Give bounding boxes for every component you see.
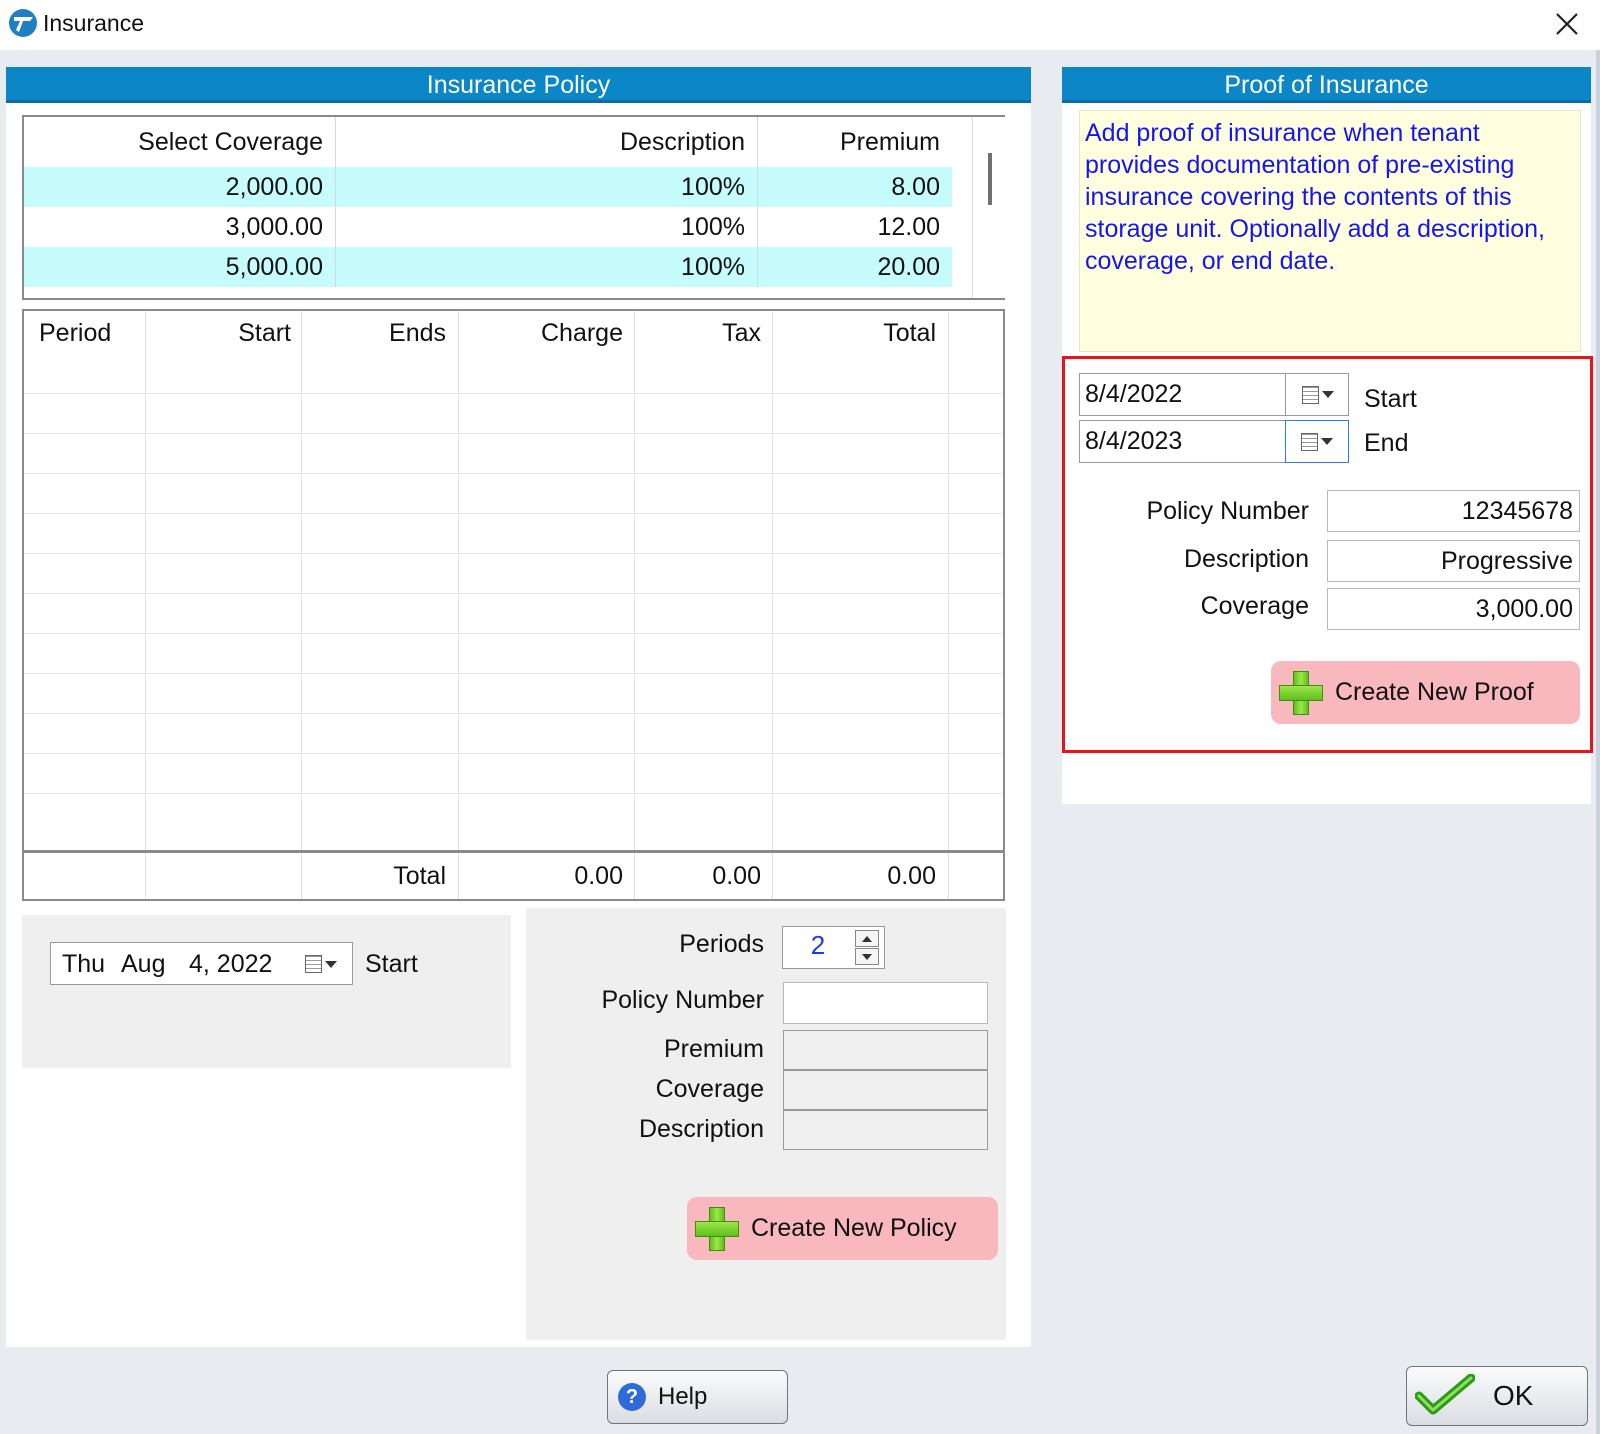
spin-down-button[interactable] (855, 948, 879, 965)
periods-stepper[interactable]: 2 (782, 926, 885, 969)
close-button[interactable] (1545, 4, 1589, 44)
help-button[interactable]: ? Help (607, 1370, 788, 1424)
coverage-row[interactable]: 3,000.00 100% 12.00 (24, 207, 952, 247)
help-label: Help (658, 1383, 708, 1410)
total-tax: 0.00 (712, 862, 761, 890)
total-label: Total (393, 862, 446, 890)
column-header-select-coverage[interactable]: Select Coverage (24, 117, 336, 167)
description-label: Description (638, 1115, 764, 1143)
description-field (783, 1110, 988, 1150)
proof-of-insurance-header: Proof of Insurance (1062, 67, 1591, 103)
column-header-tax[interactable]: Tax (634, 319, 761, 348)
row-divider (24, 753, 1003, 754)
column-divider (634, 311, 635, 899)
row-divider (24, 553, 1003, 554)
date-day-year[interactable]: 4, 2022 (189, 950, 272, 979)
description-cell: 100% (336, 247, 758, 287)
column-header-ends[interactable]: Ends (301, 319, 446, 348)
coverage-row[interactable]: 2,000.00 100% 8.00 (24, 167, 952, 207)
column-divider (301, 311, 302, 899)
spin-up-button[interactable] (855, 930, 879, 947)
column-header-period[interactable]: Period (39, 319, 111, 348)
row-divider (24, 673, 1003, 674)
periods-label: Periods (679, 930, 764, 958)
premium-cell: 12.00 (877, 213, 940, 241)
periods-value[interactable]: 2 (783, 930, 853, 961)
description-cell: 100% (336, 207, 758, 247)
premium-field (783, 1030, 988, 1070)
coverage-cell: 2,000.00 (24, 167, 336, 207)
row-divider (24, 433, 1003, 434)
row-divider (24, 793, 1003, 794)
checkmark-icon (1415, 1374, 1475, 1415)
total-charge: 0.00 (574, 862, 623, 890)
policy-start-date-picker[interactable]: Thu Aug 4, 2022 (50, 942, 353, 985)
close-icon (1556, 13, 1578, 35)
coverage-row[interactable]: 5,000.00 100% 20.00 (24, 247, 952, 287)
coverage-table[interactable]: Select Coverage Description Premium 2,00… (22, 115, 1005, 300)
row-divider (24, 713, 1003, 714)
total-total: 0.00 (887, 862, 936, 890)
premium-cell: 20.00 (877, 253, 940, 281)
spin-up-icon (862, 935, 872, 942)
premium-cell: 8.00 (891, 173, 940, 201)
highlight-frame (1062, 356, 1593, 753)
create-new-policy-button[interactable]: Create New Policy (687, 1197, 998, 1260)
calendar-dropdown-button[interactable] (296, 950, 346, 978)
row-divider (24, 513, 1003, 514)
period-table[interactable]: Period Start Ends Charge Tax Total Total… (22, 309, 1005, 901)
column-header-start[interactable]: Start (145, 319, 291, 348)
help-icon: ? (618, 1383, 646, 1411)
dropdown-arrow-icon (325, 960, 337, 968)
insurance-policy-header: Insurance Policy (6, 67, 1031, 103)
column-divider (458, 311, 459, 899)
row-divider (24, 633, 1003, 634)
proof-instructions-note: Add proof of insurance when tenant provi… (1079, 110, 1581, 352)
title-bar (0, 0, 1600, 50)
window-edge (1596, 50, 1600, 1434)
new-policy-form: Periods 2 Policy Number Premium Coverage… (526, 908, 1006, 1340)
coverage-field (783, 1070, 988, 1110)
row-divider (24, 593, 1003, 594)
coverage-scrollbar[interactable] (972, 117, 1005, 298)
column-divider (948, 311, 949, 899)
column-header-total[interactable]: Total (772, 319, 936, 348)
date-month[interactable]: Aug (121, 950, 165, 979)
scrollbar-thumb[interactable] (988, 153, 992, 205)
premium-label: Premium (663, 1035, 764, 1063)
column-header-premium[interactable]: Premium (758, 117, 952, 167)
total-separator (24, 850, 1003, 853)
column-header-charge[interactable]: Charge (458, 319, 623, 348)
coverage-label: Coverage (655, 1075, 764, 1103)
ok-button[interactable]: OK (1406, 1366, 1588, 1426)
policy-number-label: Policy Number (601, 986, 764, 1014)
policy-number-input[interactable] (783, 982, 988, 1024)
column-divider (145, 311, 146, 899)
coverage-cell: 3,000.00 (24, 207, 336, 247)
column-header-description[interactable]: Description (336, 117, 758, 167)
column-divider (772, 311, 773, 899)
app-logo-icon (9, 9, 37, 37)
calendar-icon (305, 955, 322, 973)
start-label: Start (365, 950, 418, 978)
policy-start-date-section: Thu Aug 4, 2022 Start (22, 915, 511, 1068)
window-title: Insurance (43, 10, 145, 36)
coverage-table-header: Select Coverage Description Premium (24, 117, 952, 167)
row-divider (24, 473, 1003, 474)
create-new-policy-label: Create New Policy (751, 1214, 957, 1242)
plus-icon (693, 1205, 741, 1253)
description-cell: 100% (336, 167, 758, 207)
spin-down-icon (862, 953, 872, 960)
date-day[interactable]: Thu (62, 950, 105, 979)
coverage-cell: 5,000.00 (24, 247, 336, 287)
row-divider (24, 393, 1003, 394)
ok-label: OK (1493, 1380, 1534, 1411)
